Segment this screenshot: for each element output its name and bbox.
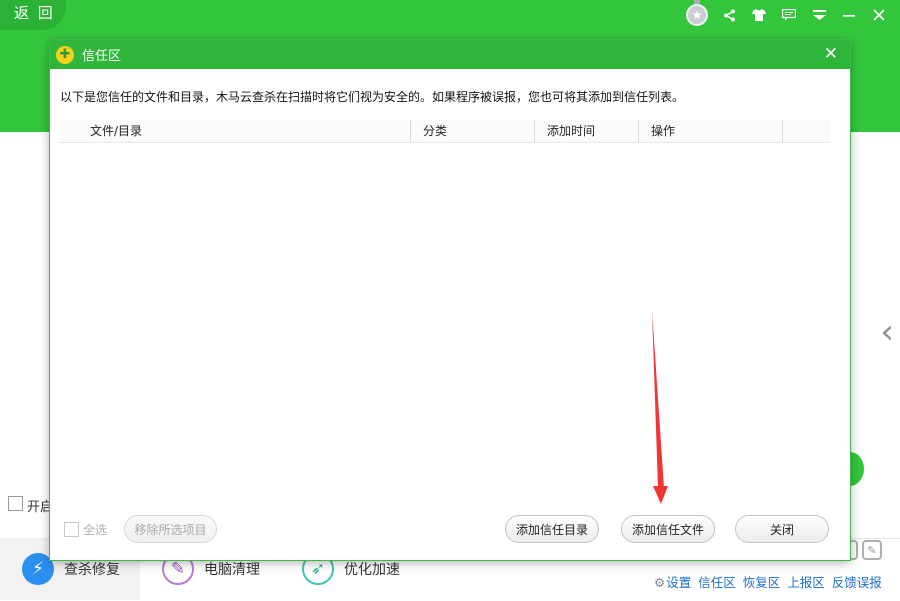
add-trust-directory-button[interactable]: 添加信任目录 [505,515,599,543]
share-icon[interactable] [718,4,740,26]
dialog-title-bar[interactable]: ✚ 信任区 [50,40,850,69]
medal-icon[interactable]: ★ [686,4,708,26]
settings-link[interactable]: ⚙设置 [654,572,691,591]
gear-icon: ⚙ [654,575,666,590]
trust-zone-dialog: ✚ 信任区 ✕ 以下是您信任的文件和目录，木马云查杀在扫描时将它们视为安全的。如… [50,40,850,560]
column-header-added-time[interactable]: 添加时间 [535,120,639,142]
column-header-file[interactable]: 文件/目录 [60,120,411,142]
report-zone-link[interactable]: 上报区 [787,572,825,591]
column-header-actions[interactable]: 操作 [639,120,783,142]
app-logo-icon: ✚ [56,45,74,64]
chevron-left-icon[interactable]: ‹ [880,312,894,352]
settings-link-label: 设置 [666,575,692,590]
trust-list-body[interactable] [60,143,830,513]
close-icon[interactable] [868,4,890,26]
select-all-label: 全选 [83,523,108,537]
close-button[interactable]: 关闭 [735,515,829,543]
dialog-description: 以下是您信任的文件和目录，木马云查杀在扫描时将它们视为安全的。如果程序被误报，您… [60,90,685,104]
menu-icon[interactable] [808,4,830,26]
select-all-checkbox[interactable] [64,522,79,537]
nav-scan-repair-label: 查杀修复 [64,562,120,578]
column-header-category[interactable]: 分类 [411,120,535,142]
background-checkbox[interactable] [8,496,23,511]
minimize-icon[interactable] [838,4,860,26]
window-controls [718,2,890,28]
feedback-link[interactable]: 反馈误报 [832,572,882,591]
remove-selected-button[interactable]: 移除所选项目 [124,515,217,543]
dialog-title: 信任区 [82,49,122,64]
dialog-close-icon[interactable]: ✕ [824,44,838,64]
trust-zone-link[interactable]: 信任区 [698,572,736,591]
nav-pc-cleanup-label: 电脑清理 [204,562,260,578]
nav-optimize-label: 优化加速 [344,562,400,578]
add-trust-file-button[interactable]: 添加信任文件 [621,515,715,543]
skin-icon[interactable] [748,4,770,26]
restore-zone-link[interactable]: 恢复区 [743,572,781,591]
column-header-spacer [783,120,830,142]
bottom-links: ⚙设置 信任区 恢复区 上报区 反馈误报 [654,572,882,591]
message-icon[interactable] [778,4,800,26]
edit-icon[interactable]: ✎ [862,540,882,560]
table-header: 文件/目录 分类 添加时间 操作 [60,120,830,143]
